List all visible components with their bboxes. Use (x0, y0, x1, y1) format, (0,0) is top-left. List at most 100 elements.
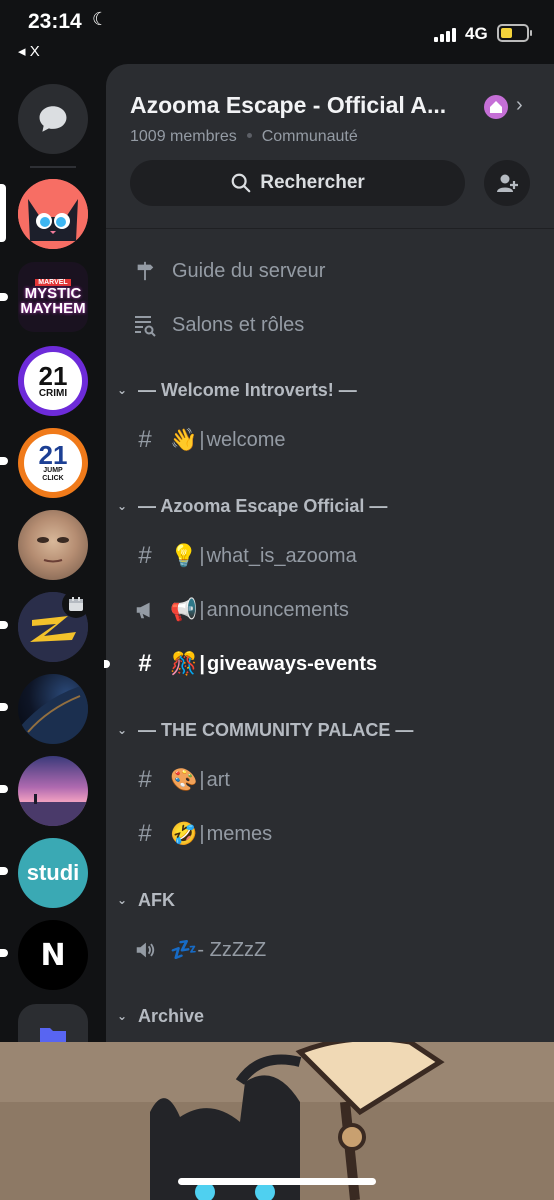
cat-avatar-icon (18, 179, 88, 249)
server-icon-mystic-mayhem[interactable]: MARVEL MYSTIC MAYHEM (18, 262, 88, 332)
hash-icon: # (138, 426, 152, 453)
signpost-icon (130, 260, 160, 282)
palette-emoji: 🎨 (170, 767, 198, 792)
channel-art[interactable]: # 🎨 | art (106, 758, 554, 802)
direct-messages-button[interactable] (18, 84, 88, 154)
channels-roles-label: Salons et rôles (172, 313, 305, 336)
rofl-emoji: 🤣 (170, 821, 198, 846)
invite-members-button[interactable] (484, 160, 530, 206)
unread-indicator (0, 785, 8, 793)
crimi-label: CRIMI (38, 387, 68, 399)
server-icon-earth[interactable] (18, 674, 88, 744)
unread-indicator (0, 457, 8, 465)
signal-icon (434, 26, 456, 42)
category-header[interactable]: ⌄ Archive (114, 1001, 204, 1031)
category-label: — Azooma Escape Official — (138, 495, 388, 516)
server-icon-studi[interactable]: studi (18, 838, 88, 908)
speaker-icon (130, 939, 160, 961)
mystic-mayhem-logo: MYSTIC MAYHEM (20, 284, 86, 317)
category-header[interactable]: ⌄ — Azooma Escape Official — (114, 491, 387, 521)
hash-icon: # (138, 820, 152, 847)
channel-giveaways-events[interactable]: # 🎊 | giveaways-events (104, 642, 554, 686)
channel-name: art (206, 768, 230, 791)
channel-panel: Azooma Escape - Official A... › 1009 mem… (104, 64, 554, 1042)
loudspeaker-emoji: 📢 (170, 597, 198, 622)
status-bar: 23:14 ☾ ◂ X 4G (0, 0, 554, 62)
sleeping-emoji: 💤 (170, 937, 198, 962)
unread-indicator (0, 621, 8, 629)
search-button[interactable]: Rechercher (130, 160, 465, 206)
channel-memes[interactable]: # 🤣 | memes (106, 812, 554, 856)
hash-icon: # (138, 650, 152, 677)
jump-label: JUMP CLICK (42, 467, 64, 482)
channel-browse-icon (130, 313, 160, 337)
channel-welcome[interactable]: # 👋 | welcome (106, 418, 554, 462)
server-icon-z[interactable] (18, 590, 90, 662)
back-to-app-link[interactable]: ◂ X (18, 42, 40, 60)
category-header[interactable]: ⌄ AFK (114, 885, 175, 915)
moon-icon: ☾ (92, 9, 109, 29)
celebration-emoji: 🎊 (170, 651, 198, 676)
jump-number: 21 (38, 440, 68, 470)
server-icon-n[interactable]: N (18, 920, 88, 990)
server-type: Communauté (261, 128, 358, 145)
header-divider (106, 228, 554, 229)
category-header[interactable]: ⌄ — THE COMMUNITY PALACE — (114, 715, 413, 745)
channels-roles-row[interactable]: Salons et rôles (106, 303, 554, 347)
server-icon-face[interactable] (18, 510, 88, 580)
server-guide-label: Guide du serveur (172, 259, 326, 282)
chat-bubble-icon (39, 106, 67, 132)
network-type: 4G (465, 24, 488, 43)
server-icon-21-crimi[interactable]: 21 CRIMI (18, 346, 88, 416)
battery-icon (497, 24, 532, 42)
server-icon-sunset[interactable] (18, 756, 88, 826)
server-rail: MARVEL MYSTIC MAYHEM 21 CRIMI 21 JUMP CL… (0, 62, 106, 1074)
channel-name: what_is_azooma (206, 544, 357, 567)
chevron-down-icon: ⌄ (116, 383, 128, 397)
voice-channel-zzzzz[interactable]: 💤 - ZzZzZ (106, 928, 554, 972)
category-label: Archive (138, 1005, 205, 1026)
search-icon (231, 173, 251, 193)
server-title[interactable]: Azooma Escape - Official A... (130, 92, 446, 119)
server-icon-21-jump-click[interactable]: 21 JUMP CLICK (18, 428, 88, 498)
category-label: — THE COMMUNITY PALACE — (138, 719, 414, 740)
bulb-emoji: 💡 (170, 543, 198, 568)
channel-name: announcements (206, 598, 349, 621)
unread-indicator (0, 949, 8, 957)
face-photo-icon (37, 537, 69, 563)
channel-what-is-azooma[interactable]: # 💡 | what_is_azooma (106, 534, 554, 578)
channel-name: welcome (206, 428, 286, 451)
chevron-down-icon: ⌄ (116, 723, 128, 737)
unread-indicator (104, 660, 110, 668)
community-home-icon (484, 95, 508, 119)
megaphone-icon (130, 599, 160, 621)
clock: 23:14 (28, 10, 82, 33)
server-icon-cat[interactable] (18, 179, 88, 249)
category-label: AFK (138, 889, 175, 910)
hash-icon: # (138, 766, 152, 793)
cat-artwork-image (0, 1042, 554, 1200)
chevron-down-icon: ⌄ (116, 1009, 128, 1023)
channel-name: - ZzZzZ (197, 938, 267, 961)
hash-icon: # (138, 542, 152, 569)
chevron-down-icon: ⌄ (116, 499, 128, 513)
channel-announcements[interactable]: 📢 | announcements (106, 588, 554, 632)
studi-logo: studi (26, 860, 80, 885)
rail-divider (30, 166, 76, 168)
sunset-scene-icon (18, 794, 88, 826)
unread-indicator (0, 867, 8, 875)
planet-icon (18, 684, 88, 744)
channel-name: memes (206, 822, 273, 845)
channel-name: giveaways-events (207, 652, 378, 675)
cat-lamp-illustration (0, 1042, 554, 1200)
calendar-icon (69, 597, 83, 611)
crimi-number: 21 (38, 360, 68, 391)
category-header[interactable]: ⌄ — Welcome Introverts! — (114, 375, 357, 405)
home-indicator[interactable] (178, 1178, 376, 1185)
server-guide-row[interactable]: Guide du serveur (106, 249, 554, 293)
chevron-down-icon: ⌄ (116, 893, 128, 907)
n-logo: N (40, 937, 66, 973)
wave-emoji: 👋 (170, 427, 198, 452)
back-app-label: X (29, 43, 40, 60)
chevron-right-icon[interactable]: › (516, 94, 523, 117)
